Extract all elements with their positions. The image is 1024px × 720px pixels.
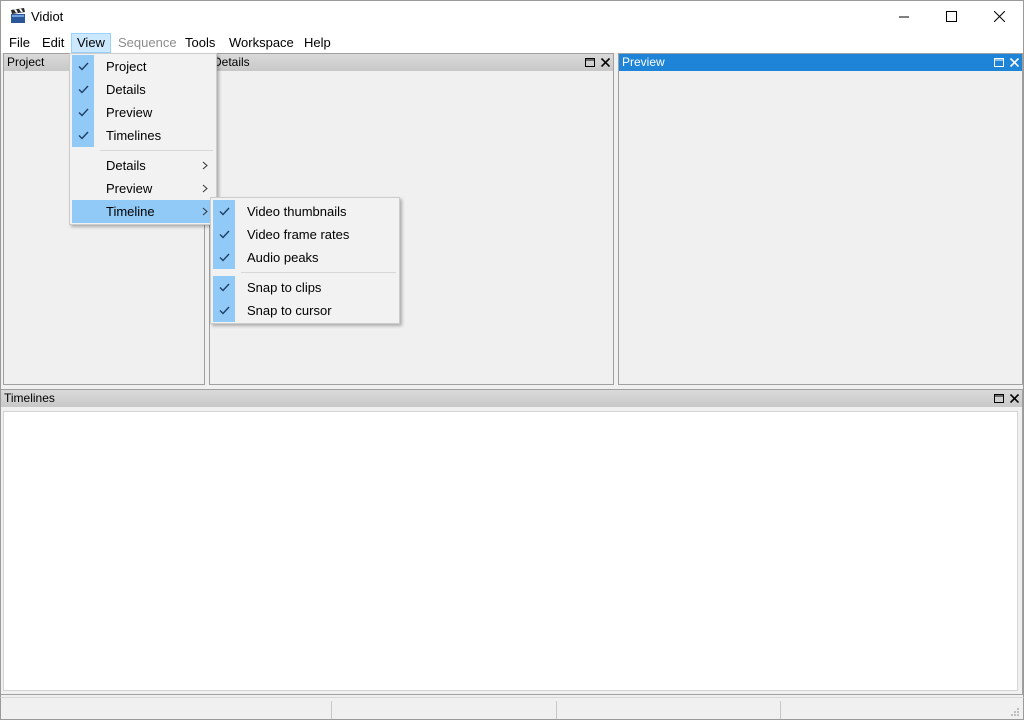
view-menu-item-details-submenu[interactable]: Details — [72, 154, 214, 177]
menu-bar: File Edit View Sequence Tools Workspace … — [0, 32, 1024, 53]
view-menu-item-preview-submenu[interactable]: Preview — [72, 177, 214, 200]
status-divider — [556, 701, 557, 719]
menu-workspace[interactable]: Workspace — [223, 33, 300, 53]
menu-sequence[interactable]: Sequence — [112, 33, 183, 53]
timelines-pane-caption[interactable]: Timelines — [1, 390, 1022, 407]
resize-grip-icon[interactable] — [1010, 707, 1020, 717]
view-menu-item-preview[interactable]: Preview — [72, 101, 214, 124]
timeline-submenu-item-snap-to-cursor[interactable]: Snap to cursor — [213, 299, 397, 322]
close-window-button[interactable] — [976, 1, 1022, 32]
menu-separator — [241, 272, 396, 273]
view-menu-item-timeline-submenu[interactable]: Timeline — [72, 200, 214, 223]
menu-view[interactable]: View — [71, 33, 111, 53]
status-bar — [0, 697, 1024, 720]
menu-separator — [100, 150, 213, 151]
checkmark-icon — [72, 124, 94, 147]
details-pane-title: Details — [213, 55, 250, 69]
timeline-submenu-item-snap-to-clips[interactable]: Snap to clips — [213, 276, 397, 299]
checkmark-icon — [213, 223, 235, 246]
preview-pane-title: Preview — [622, 55, 665, 69]
timeline-submenu-item-video-frame-rates[interactable]: Video frame rates — [213, 223, 397, 246]
view-menu-item-project[interactable]: Project — [72, 55, 214, 78]
maximize-pane-icon[interactable] — [993, 391, 1005, 406]
maximize-pane-icon[interactable] — [993, 55, 1005, 70]
status-divider — [331, 701, 332, 719]
minimize-icon — [899, 16, 909, 17]
view-menu-item-timelines[interactable]: Timelines — [72, 124, 214, 147]
maximize-button[interactable] — [928, 1, 974, 32]
clapperboard-icon — [10, 8, 26, 24]
menu-edit[interactable]: Edit — [36, 33, 70, 53]
menu-help[interactable]: Help — [298, 33, 337, 53]
timelines-canvas[interactable] — [3, 411, 1018, 691]
checkmark-icon — [213, 276, 235, 299]
checkmark-icon — [72, 78, 94, 101]
checkmark-icon — [213, 299, 235, 322]
checkmark-icon — [72, 55, 94, 78]
menu-file[interactable]: File — [3, 33, 36, 53]
close-icon — [993, 11, 1005, 22]
timeline-submenu: Video thumbnails Video frame rates Audio… — [210, 197, 400, 324]
menu-tools[interactable]: Tools — [179, 33, 221, 53]
view-menu: Project Details Preview Timelines Detail… — [69, 53, 217, 225]
minimize-button[interactable] — [881, 1, 927, 32]
title-bar: Vidiot — [0, 0, 1024, 32]
chevron-right-icon — [202, 154, 208, 177]
window-title: Vidiot — [31, 9, 64, 24]
details-pane-caption[interactable]: Details — [210, 54, 613, 71]
chevron-right-icon — [202, 200, 208, 223]
preview-pane: Preview — [618, 53, 1023, 385]
close-icon[interactable] — [599, 55, 611, 70]
checkmark-icon — [72, 101, 94, 124]
timelines-pane: Timelines — [1, 389, 1023, 695]
checkmark-icon — [213, 246, 235, 269]
maximize-pane-icon[interactable] — [584, 55, 596, 70]
chevron-right-icon — [202, 177, 208, 200]
project-pane-title: Project — [7, 55, 45, 69]
maximize-icon — [945, 11, 957, 22]
timelines-pane-title: Timelines — [4, 391, 55, 405]
view-menu-item-details[interactable]: Details — [72, 78, 214, 101]
status-divider — [780, 701, 781, 719]
checkmark-icon — [213, 200, 235, 223]
timeline-submenu-item-audio-peaks[interactable]: Audio peaks — [213, 246, 397, 269]
close-icon[interactable] — [1008, 55, 1020, 70]
close-icon[interactable] — [1008, 391, 1020, 406]
timeline-submenu-item-video-thumbnails[interactable]: Video thumbnails — [213, 200, 397, 223]
preview-pane-caption[interactable]: Preview — [619, 54, 1022, 71]
